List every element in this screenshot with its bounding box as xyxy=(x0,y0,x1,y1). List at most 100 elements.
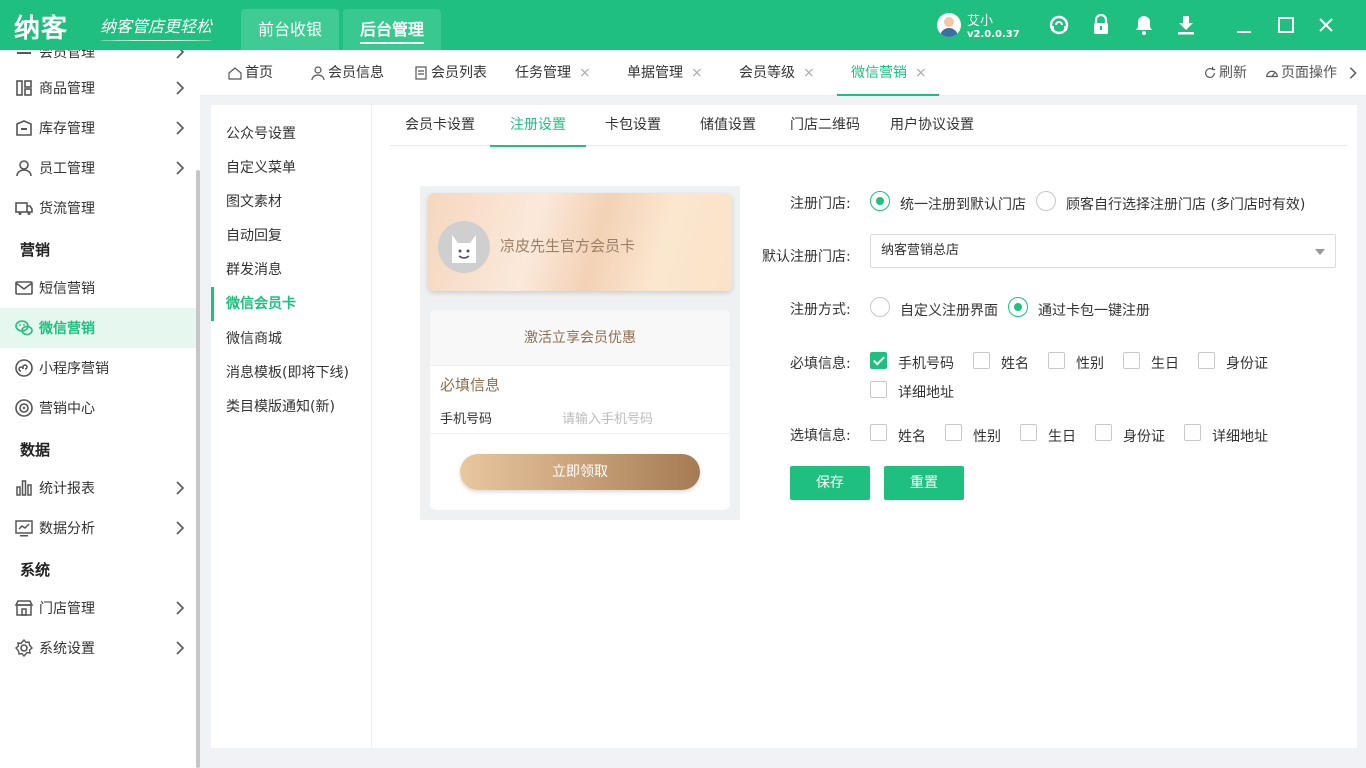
chevron-right-icon xyxy=(172,160,188,176)
required-birthday-checkbox[interactable] xyxy=(1123,352,1140,369)
pagetab-document-management[interactable]: 单据管理 × xyxy=(627,50,703,96)
sidebar-item-system-settings[interactable]: 系统设置 xyxy=(0,628,196,668)
phone-placeholder: 请输入手机号码 xyxy=(562,408,653,427)
optional-address-checkbox[interactable] xyxy=(1184,424,1201,441)
sidebar-item-data-analysis[interactable]: 数据分析 xyxy=(0,508,196,548)
submenu-message-template[interactable]: 消息模板(即将下线) xyxy=(211,356,372,390)
sidebar-item-marketing-center[interactable]: 营销中心 xyxy=(0,388,196,428)
radio-customer-select-store[interactable] xyxy=(1036,191,1056,211)
bell-icon[interactable] xyxy=(1132,13,1156,37)
close-tab-icon[interactable]: × xyxy=(803,50,815,96)
close-icon[interactable] xyxy=(1314,13,1338,37)
radio-unified-store[interactable] xyxy=(870,191,890,211)
radio-unified-store-label[interactable]: 统一注册到默认门店 xyxy=(900,194,1026,214)
required-address-checkbox[interactable] xyxy=(870,381,887,398)
sidebar-group-data: 数据 xyxy=(20,439,50,460)
sidebar-item-inventory[interactable]: 库存管理 xyxy=(0,108,196,148)
pagetab-task-management[interactable]: 任务管理 × xyxy=(515,50,591,96)
required-phone-checkbox[interactable] xyxy=(870,352,887,369)
tab-backend-management[interactable]: 后台管理 xyxy=(343,9,441,50)
optional-gender-checkbox[interactable] xyxy=(945,424,962,441)
submenu-official-account[interactable]: 公众号设置 xyxy=(211,117,372,151)
lock-icon[interactable] xyxy=(1089,13,1113,37)
required-birthday-label[interactable]: 生日 xyxy=(1151,353,1179,373)
default-store-select[interactable]: 纳客营销总店 xyxy=(870,234,1336,268)
tab-registration-settings[interactable]: 注册设置 xyxy=(510,105,566,146)
target-icon xyxy=(14,398,34,418)
optional-id-card-checkbox[interactable] xyxy=(1095,424,1112,441)
tab-stored-value-settings[interactable]: 储值设置 xyxy=(700,105,756,146)
required-id-card-checkbox[interactable] xyxy=(1198,352,1215,369)
radio-custom-page-label[interactable]: 自定义注册界面 xyxy=(900,300,998,320)
tab-member-card-settings[interactable]: 会员卡设置 xyxy=(405,105,475,146)
bar-chart-icon xyxy=(14,478,34,498)
required-gender-label[interactable]: 性别 xyxy=(1076,353,1104,373)
sidebar-item-store-management[interactable]: 门店管理 xyxy=(0,588,196,628)
sidebar-group-marketing: 营销 xyxy=(20,239,50,260)
pagetab-home[interactable]: 首页 xyxy=(227,50,273,96)
optional-id-card-label[interactable]: 身份证 xyxy=(1123,426,1165,446)
minimize-icon[interactable] xyxy=(1232,13,1256,37)
required-name-label[interactable]: 姓名 xyxy=(1001,353,1029,373)
miniprogram-icon xyxy=(14,358,34,378)
sidebar-item-wechat-marketing[interactable]: 微信营销 xyxy=(0,308,196,348)
radio-card-package-label[interactable]: 通过卡包一键注册 xyxy=(1038,300,1150,320)
radio-card-package[interactable] xyxy=(1008,297,1028,317)
submenu-auto-reply[interactable]: 自动回复 xyxy=(211,219,372,253)
tab-front-cashier[interactable]: 前台收银 xyxy=(241,9,339,50)
submenu-wechat-member-card[interactable]: 微信会员卡 xyxy=(211,287,372,321)
default-store-value: 纳客营销总店 xyxy=(881,243,959,258)
required-id-card-label[interactable]: 身份证 xyxy=(1226,353,1268,373)
activation-form-preview: 激活立享会员优惠 必填信息 手机号码 请输入手机号码 立即领取 xyxy=(430,310,730,510)
tabs-scroll-right[interactable] xyxy=(1346,50,1362,96)
sidebar-item-staff[interactable]: 员工管理 xyxy=(0,148,196,188)
sidebar-item-reports[interactable]: 统计报表 xyxy=(0,468,196,508)
reset-button[interactable]: 重置 xyxy=(884,466,964,500)
close-tab-icon[interactable]: × xyxy=(691,50,703,96)
sidebar-item-miniprogram-marketing[interactable]: 小程序营销 xyxy=(0,348,196,388)
avatar[interactable] xyxy=(937,13,961,37)
page-operations-button[interactable]: 页面操作 xyxy=(1265,50,1337,96)
tab-card-package-settings[interactable]: 卡包设置 xyxy=(605,105,661,146)
required-name-checkbox[interactable] xyxy=(973,352,990,369)
submenu-custom-menu[interactable]: 自定义菜单 xyxy=(211,151,372,185)
required-gender-checkbox[interactable] xyxy=(1048,352,1065,369)
sidebar-item-label: 短信营销 xyxy=(39,278,95,298)
optional-address-label[interactable]: 详细地址 xyxy=(1212,426,1268,446)
required-phone-label[interactable]: 手机号码 xyxy=(898,353,954,373)
sidebar-item-sms-marketing[interactable]: 短信营销 xyxy=(0,268,196,308)
support-icon[interactable] xyxy=(1047,13,1071,37)
optional-gender-label[interactable]: 性别 xyxy=(973,426,1001,446)
tab-store-qrcode[interactable]: 门店二维码 xyxy=(790,105,860,146)
pagetab-member-list[interactable]: 会员列表 xyxy=(413,50,487,96)
tab-user-agreement[interactable]: 用户协议设置 xyxy=(890,105,974,146)
tab-front-cashier-label: 前台收银 xyxy=(258,20,322,39)
maximize-icon[interactable] xyxy=(1274,13,1298,37)
optional-birthday-checkbox[interactable] xyxy=(1020,424,1037,441)
radio-custom-page[interactable] xyxy=(870,297,890,317)
sidebar-item-label: 小程序营销 xyxy=(39,358,109,378)
submenu-media[interactable]: 图文素材 xyxy=(211,185,372,219)
optional-birthday-label[interactable]: 生日 xyxy=(1048,426,1076,446)
pagetab-member-info[interactable]: 会员信息 xyxy=(310,50,384,96)
save-button[interactable]: 保存 xyxy=(790,466,870,500)
submenu-category-template[interactable]: 类目模版通知(新) xyxy=(211,390,372,424)
required-address-label[interactable]: 详细地址 xyxy=(898,382,954,402)
optional-name-checkbox[interactable] xyxy=(870,424,887,441)
sidebar: 会员管理 商品管理 库存管理 员工管理 货流管理 营销 短信营销 微信营销 小程… xyxy=(0,50,200,768)
home-icon xyxy=(227,65,243,81)
submenu-mass-message[interactable]: 群发消息 xyxy=(211,253,372,287)
sidebar-item-logistics[interactable]: 货流管理 xyxy=(0,188,196,228)
radio-customer-select-store-label[interactable]: 顾客自行选择注册门店 (多门店时有效) xyxy=(1066,194,1305,214)
close-tab-icon[interactable]: × xyxy=(915,50,927,96)
pagetab-member-level[interactable]: 会员等级 × xyxy=(739,50,815,96)
submenu-wechat-mall[interactable]: 微信商城 xyxy=(211,322,372,356)
refresh-label: 刷新 xyxy=(1219,50,1247,96)
close-tab-icon[interactable]: × xyxy=(579,50,591,96)
pagetab-wechat-marketing[interactable]: 微信营销 × xyxy=(851,50,927,96)
user-name[interactable]: 艾小 xyxy=(967,10,993,29)
sidebar-item-goods[interactable]: 商品管理 xyxy=(0,68,196,108)
download-icon[interactable] xyxy=(1174,13,1198,37)
refresh-button[interactable]: 刷新 xyxy=(1203,50,1247,96)
optional-name-label[interactable]: 姓名 xyxy=(898,426,926,446)
